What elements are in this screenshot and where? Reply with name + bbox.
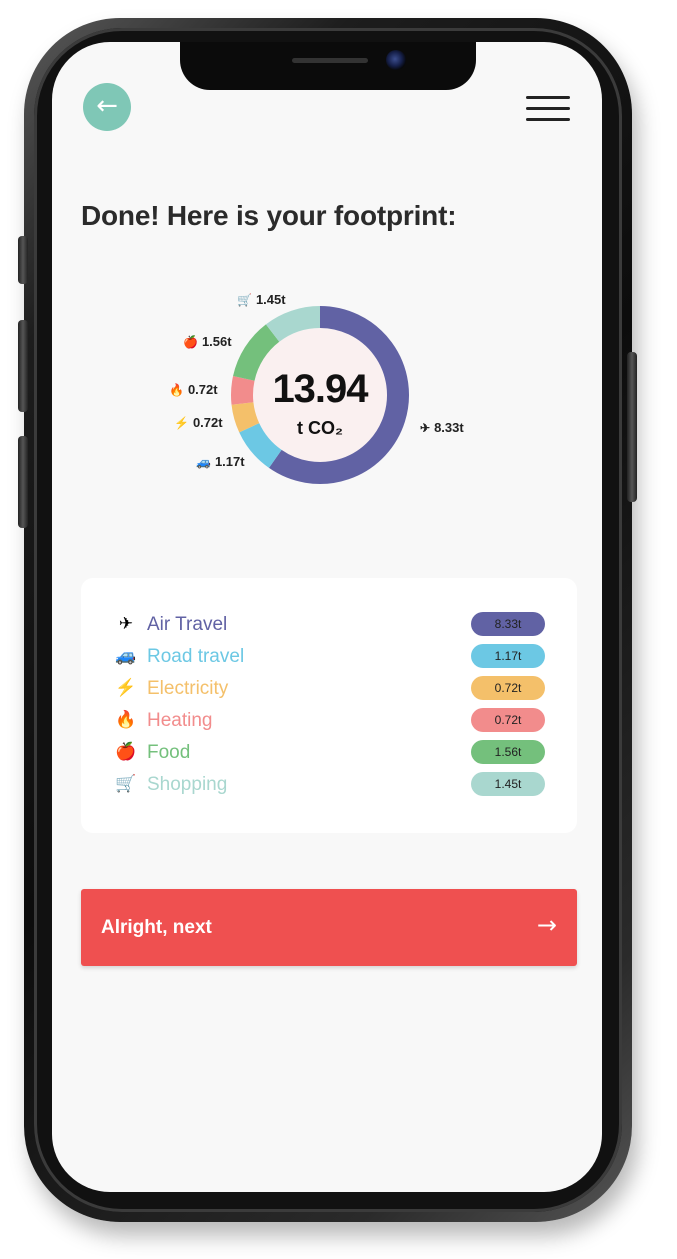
volume-down-button (18, 436, 28, 528)
category-value-badge: 1.45t (471, 772, 545, 796)
slice-value: 1.45t (255, 292, 286, 307)
total-value: 13.94 (272, 367, 368, 411)
category-icon: 🔥 (169, 382, 184, 397)
slice-value: 0.72t (187, 382, 218, 397)
category-icon: ✈ (420, 420, 431, 435)
app-screen: ← Done! Here is your footprint: 13.94 t … (52, 42, 602, 1192)
next-button[interactable]: Alright, next → (81, 889, 577, 966)
category-value-badge: 0.72t (471, 708, 545, 732)
slice-value: 8.33t (434, 420, 464, 435)
category-name: Electricity (147, 678, 229, 699)
category-name: Shopping (147, 774, 228, 795)
category-name: Air Travel (147, 614, 228, 635)
category-icon: 🍎 (115, 742, 137, 761)
legend-row-air-travel: ✈ Air Travel 8.33t (115, 612, 545, 640)
category-value-badge: 1.56t (471, 740, 545, 764)
breakdown-card: ✈ Air Travel 8.33t 🚙 Road travel 1.17t ⚡ Electr… (81, 578, 577, 833)
next-button-label: Alright, next (101, 917, 212, 938)
silent-switch (18, 236, 28, 284)
legend-row-heating: 🔥 Heating 0.72t (115, 708, 545, 736)
slice-label-heating: 🔥 0.72t (169, 382, 218, 397)
category-icon: 🍎 (183, 334, 198, 349)
power-button (627, 352, 637, 502)
category-icon: 🚙 (196, 454, 211, 469)
slice-label-air-travel: ✈ 8.33t (420, 420, 464, 435)
category-value-badge: 0.72t (471, 676, 545, 700)
slice-label-electricity: ⚡ 0.72t (174, 415, 223, 430)
category-icon: ⚡ (174, 415, 189, 430)
slice-value: 0.72t (192, 415, 223, 430)
donut-svg (231, 306, 409, 484)
legend-row-shopping: 🛒 Shopping 1.45t (115, 772, 545, 800)
donut-slice-heating (231, 376, 255, 405)
category-icon: 🛒 (115, 774, 137, 793)
legend-row-road-travel: 🚙 Road travel 1.17t (115, 644, 545, 672)
total-unit: t CO₂ (297, 418, 343, 438)
category-icon: ✈ (118, 614, 134, 633)
donut-slice-electricity (231, 401, 260, 433)
category-icon: 🛒 (237, 292, 252, 307)
category-value-badge: 8.33t (471, 612, 545, 636)
volume-up-button (18, 320, 28, 412)
category-name: Heating (147, 710, 213, 731)
category-icon: 🚙 (115, 646, 137, 665)
slice-value: 1.56t (201, 334, 232, 349)
category-name: Road travel (147, 646, 245, 667)
legend-row-food: 🍎 Food 1.56t (115, 740, 545, 768)
footprint-donut-chart: 13.94 t CO₂ ✈ 8.33t 🚙 1.17t ⚡ 0.72t 🔥 0.72t 🍎 1.5… (52, 42, 602, 562)
category-icon: 🔥 (115, 710, 137, 729)
category-name: Food (147, 742, 191, 763)
slice-label-shopping: 🛒 1.45t (237, 292, 286, 307)
slice-label-road-travel: 🚙 1.17t (196, 454, 245, 469)
legend-row-electricity: ⚡ Electricity 0.72t (115, 676, 545, 704)
slice-value: 1.17t (214, 454, 245, 469)
slice-label-food: 🍎 1.56t (183, 334, 232, 349)
category-icon: ⚡ (115, 678, 137, 697)
arrow-right-icon: → (536, 911, 557, 939)
category-value-badge: 1.17t (471, 644, 545, 668)
